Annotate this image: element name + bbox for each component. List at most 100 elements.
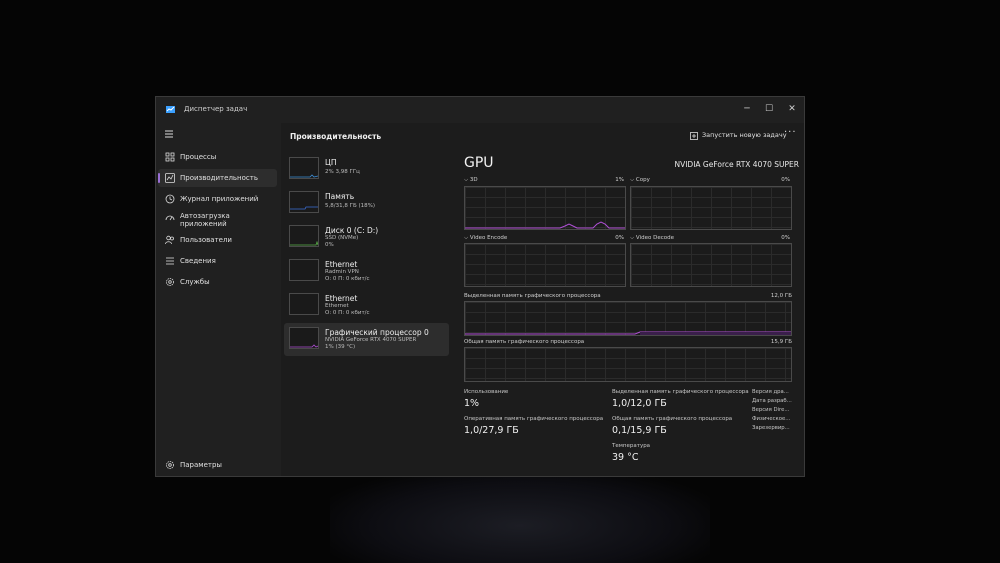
resource-sub: Radmin VPN — [325, 269, 359, 275]
detail-heading: GPU — [464, 155, 494, 171]
run-new-task-button[interactable]: Запустить новую задачу — [702, 131, 787, 139]
engine-name: Copy — [635, 177, 650, 183]
engine-decode-graph — [630, 243, 792, 287]
resource-sub: 0% — [325, 242, 334, 248]
more-options-icon[interactable]: ··· — [784, 127, 797, 138]
resource-sub: SSD (NVMe) — [325, 235, 359, 241]
resource-sub: Ethernet — [325, 303, 349, 309]
engine-3d-label[interactable]: ⌵ 3D — [464, 177, 478, 184]
sidebar-item-settings[interactable]: Параметры — [158, 456, 277, 474]
engine-copy-label[interactable]: ⌵ Copy — [630, 177, 650, 184]
resource-card-memory[interactable]: Память 5,8/31,8 ГБ (18%) — [284, 187, 449, 220]
gpu-detail-panel: GPU NVIDIA GeForce RTX 4070 SUPER ⌵ 3D 1… — [464, 153, 799, 476]
sidebar-item-label: Производительность — [180, 174, 258, 182]
maximize-button[interactable]: ☐ — [757, 99, 781, 119]
engine-name: Video Encode — [469, 235, 508, 241]
dedicated-stat-value: 1,0/12,0 ГБ — [612, 398, 667, 409]
sidebar-item-services[interactable]: Службы — [158, 273, 277, 291]
engine-3d-pct: 1% — [615, 177, 624, 183]
engine-encode-label[interactable]: ⌵ Video Encode — [464, 235, 507, 242]
active-indicator — [158, 173, 160, 183]
resource-card-disk[interactable]: Диск 0 (C: D:) SSD (NVMe) 0% — [284, 221, 449, 254]
resource-sub: 2% 3,98 ГГц — [325, 169, 360, 175]
engine-3d-graph — [464, 186, 626, 230]
gpu-thumbnail — [289, 327, 319, 349]
resource-name: Ethernet — [325, 260, 358, 269]
sidebar-item-startup-apps[interactable]: Автозагрузка приложений — [158, 209, 277, 233]
close-button[interactable]: ✕ — [780, 99, 804, 119]
resource-card-cpu[interactable]: ЦП 2% 3,98 ГГц — [284, 153, 449, 186]
resource-name: Графический процессор 0 — [325, 328, 429, 337]
shared-stat-value: 0,1/15,9 ГБ — [612, 425, 667, 436]
temperature-value: 39 °C — [612, 452, 639, 463]
sidebar-item-label: Автозагрузка приложений — [180, 212, 230, 228]
processes-icon — [165, 152, 175, 162]
sidebar-item-label: Процессы — [180, 153, 217, 161]
engine-name: Video Decode — [635, 235, 674, 241]
sidebar-item-performance[interactable]: Производительность — [158, 169, 277, 187]
resource-sub: 5,8/31,8 ГБ (18%) — [325, 203, 375, 209]
gpu-ram-label: Оперативная память графического процессо… — [464, 416, 604, 422]
usage-label: Использование — [464, 389, 509, 395]
sidebar-item-label: Пользователи — [180, 236, 232, 244]
startup-gauge-icon — [165, 215, 175, 221]
engine-copy-pct: 0% — [781, 177, 790, 183]
settings-gear-icon — [166, 461, 174, 469]
disk-thumbnail — [289, 225, 319, 247]
ethernet-thumbnail — [289, 293, 319, 315]
temperature-label: Температура — [612, 443, 651, 449]
shared-memory-label: Общая память графического процессора — [464, 339, 585, 345]
dedicated-memory-max: 12,0 ГБ — [770, 293, 792, 299]
resource-sub: О: 0 П: 0 кбит/с — [325, 276, 370, 282]
resource-card-ethernet-vpn[interactable]: Ethernet Radmin VPN О: 0 П: 0 кбит/с — [284, 255, 449, 288]
engine-copy-graph — [630, 186, 792, 230]
resource-card-ethernet[interactable]: Ethernet Ethernet О: 0 П: 0 кбит/с — [284, 289, 449, 322]
sidebar-item-label: Сведения — [180, 257, 216, 265]
minimize-button[interactable]: ─ — [735, 99, 759, 119]
directx-version-label: Версия Dire... — [752, 407, 790, 413]
resource-card-gpu[interactable]: Графический процессор 0 NVIDIA GeForce R… — [284, 323, 449, 356]
usage-value: 1% — [464, 398, 480, 409]
engine-encode-pct: 0% — [615, 235, 624, 241]
resource-sub: О: 0 П: 0 кбит/с — [325, 310, 370, 316]
driver-date-label: Дата разраб... — [752, 398, 792, 404]
background-figure — [330, 470, 710, 563]
engine-encode-graph — [464, 243, 626, 287]
sidebar-item-label: Параметры — [180, 461, 222, 469]
sidebar-item-details[interactable]: Сведения — [158, 252, 277, 270]
driver-version-label: Версия дра... — [752, 389, 789, 395]
resource-sub: NVIDIA GeForce RTX 4070 SUPER — [325, 337, 417, 343]
task-manager-window: Диспетчер задач ─ ☐ ✕ Процессы Производи… — [155, 96, 805, 477]
services-gear-icon — [166, 278, 174, 286]
gpu-ram-value: 1,0/27,9 ГБ — [464, 425, 519, 436]
main-content: Производительность Запустить новую задач… — [281, 123, 804, 476]
performance-icon — [165, 173, 175, 183]
dedicated-memory-graph — [464, 301, 792, 336]
page-title: Производительность — [290, 132, 382, 141]
shared-memory-graph — [464, 347, 792, 382]
dedicated-stat-label: Выделенная память графического процессор… — [612, 389, 749, 395]
resource-list: ЦП 2% 3,98 ГГц Память 5,8/31,8 ГБ (18%) … — [283, 153, 451, 363]
sidebar-item-app-history[interactable]: Журнал приложений — [158, 190, 277, 208]
engine-decode-pct: 0% — [781, 235, 790, 241]
resource-name: Диск 0 (C: D:) — [325, 226, 379, 235]
resource-name: Память — [325, 192, 355, 201]
engine-decode-label[interactable]: ⌵ Video Decode — [630, 235, 674, 242]
sidebar-item-users[interactable]: Пользователи — [158, 231, 277, 249]
history-icon — [165, 194, 175, 204]
sidebar-item-processes[interactable]: Процессы — [158, 148, 277, 166]
sidebar-item-label: Службы — [180, 278, 210, 286]
resource-name: Ethernet — [325, 294, 358, 303]
hamburger-menu-icon[interactable] — [164, 129, 174, 139]
sidebar: Процессы Производительность Журнал прило… — [156, 123, 281, 476]
resource-sub: 1% (39 °C) — [325, 344, 356, 350]
cpu-thumbnail — [289, 157, 319, 179]
resource-name: ЦП — [325, 158, 337, 167]
users-icon — [165, 235, 174, 245]
window-title: Диспетчер задач — [184, 105, 248, 113]
shared-memory-max: 15,9 ГБ — [770, 339, 792, 345]
physical-location-label: Физическое... — [752, 416, 791, 422]
title-bar: Диспетчер задач ─ ☐ ✕ — [156, 97, 804, 123]
gpu-model-name: NVIDIA GeForce RTX 4070 SUPER — [674, 160, 799, 169]
task-manager-app-icon — [166, 106, 175, 113]
